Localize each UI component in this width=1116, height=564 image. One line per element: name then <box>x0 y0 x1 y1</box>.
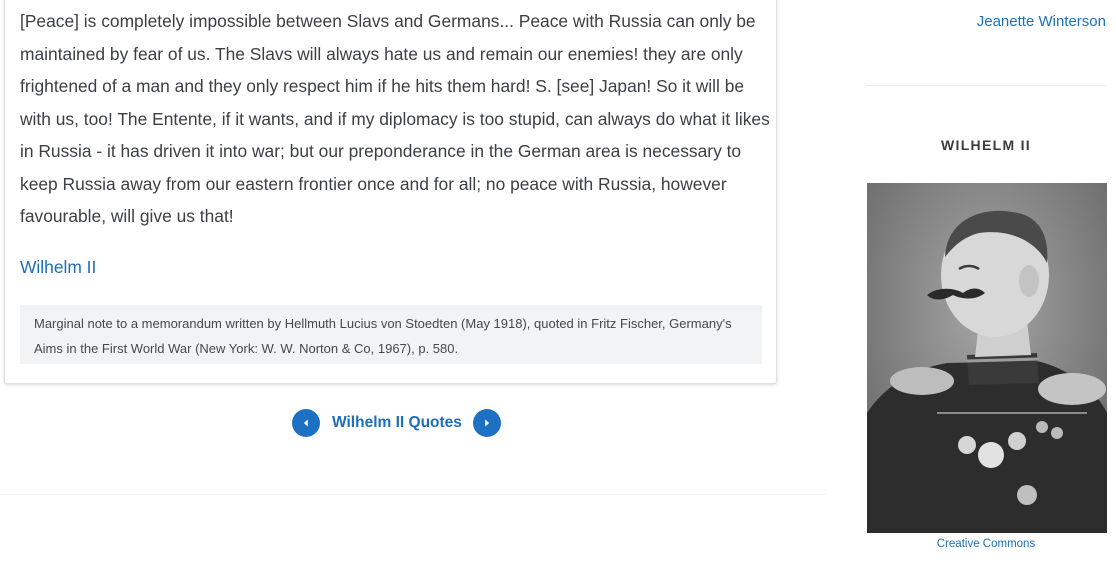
author-quotes-link[interactable]: Wilhelm II Quotes <box>332 414 462 432</box>
next-quote-button[interactable] <box>472 409 501 437</box>
author-quotes-pager: Wilhelm II Quotes <box>292 409 501 437</box>
chevron-right-icon <box>485 419 490 427</box>
portrait-image <box>867 183 1107 533</box>
quote-source: Marginal note to a memorandum written by… <box>20 305 762 364</box>
sidebar-author-link[interactable]: Jeanette Winterson <box>977 13 1106 30</box>
quote-card: [Peace] is completely impossible between… <box>4 0 777 384</box>
chevron-left-icon <box>303 419 308 427</box>
sidebar-divider <box>866 85 1106 86</box>
quote-text: [Peace] is completely impossible between… <box>20 11 770 226</box>
photo-credit-link[interactable]: Creative Commons <box>866 538 1106 550</box>
content-divider <box>0 494 826 495</box>
quote-author-link[interactable]: Wilhelm II <box>20 257 96 278</box>
author-portrait <box>867 183 1107 533</box>
sidebar-author-heading: WILHELM II <box>941 137 1031 153</box>
previous-quote-button[interactable] <box>292 409 320 437</box>
